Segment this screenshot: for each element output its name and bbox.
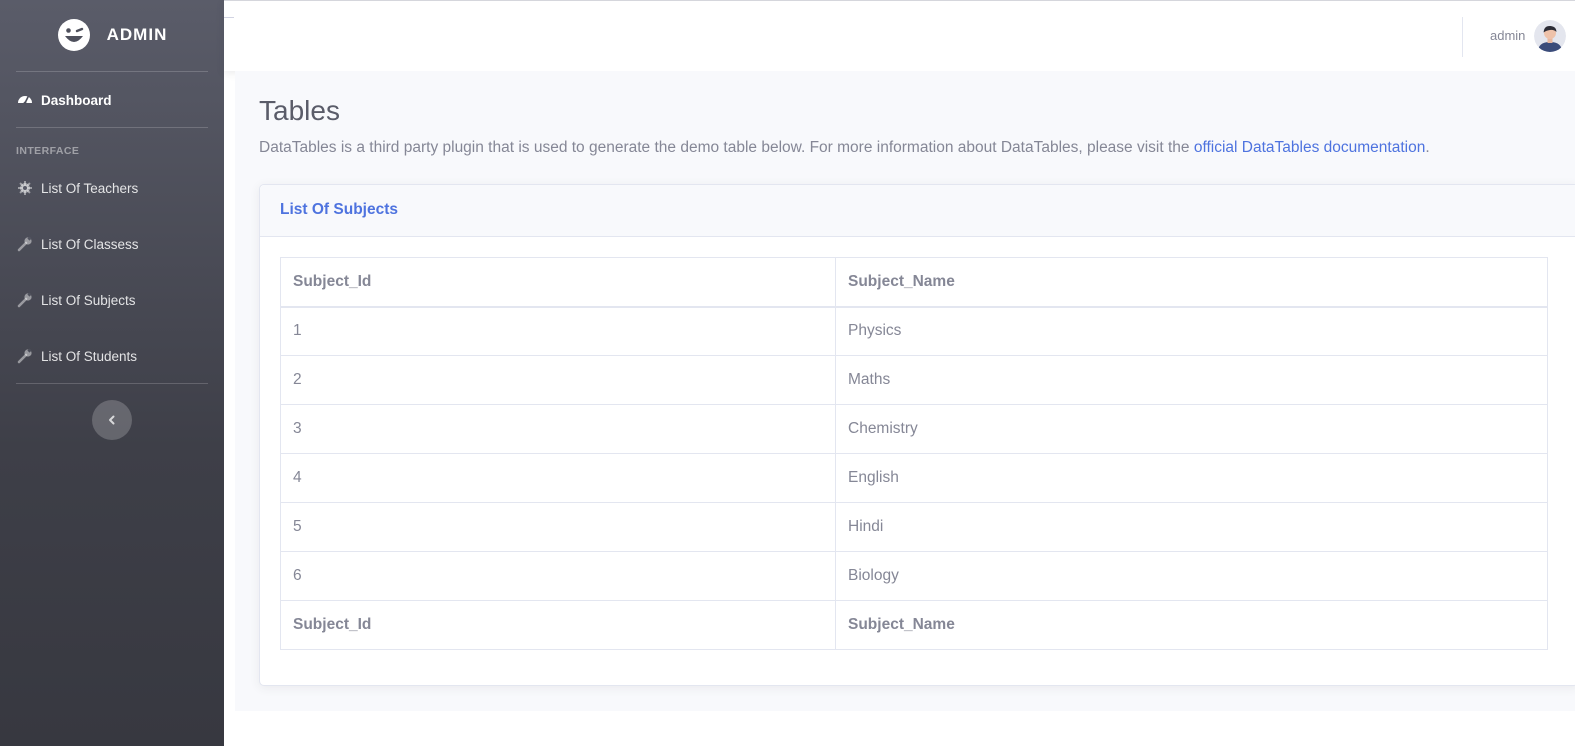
- table-header-row: Subject_Id Subject_Name: [280, 257, 1548, 308]
- sidebar-brand[interactable]: ADMIN: [0, 0, 224, 70]
- sidebar-item-teachers[interactable]: List Of Teachers: [0, 168, 224, 208]
- subject-name-cell: Physics: [835, 306, 1548, 356]
- avatar[interactable]: [1534, 20, 1566, 52]
- sidebar: ADMIN Dashboard INTERFACE List Of Teache…: [0, 0, 224, 746]
- user-avatar-icon: [1534, 20, 1566, 52]
- user-name[interactable]: admin: [1490, 28, 1525, 43]
- subject-id-cell: 6: [280, 551, 836, 601]
- card-header: List Of Subjects: [260, 185, 1575, 237]
- card-title: List Of Subjects: [280, 201, 398, 218]
- subject-id-cell: 3: [280, 404, 836, 454]
- tachometer-icon: [18, 96, 32, 105]
- laugh-wink-icon: [57, 19, 90, 51]
- column-header-subject-id[interactable]: Subject_Id: [280, 257, 836, 308]
- table-row: 4 English: [280, 453, 1548, 503]
- wrench-icon: [17, 292, 32, 308]
- page-description-end: .: [1425, 139, 1430, 156]
- sidebar-divider: [16, 127, 208, 128]
- subject-name-cell: Biology: [835, 551, 1548, 601]
- subject-name-cell: Hindi: [835, 502, 1548, 552]
- subject-name-cell: English: [835, 453, 1548, 503]
- sidebar-divider: [16, 71, 208, 72]
- sidebar-item-label: List Of Subjects: [41, 292, 136, 308]
- wrench-icon: [17, 348, 32, 364]
- sidebar-item-label: List Of Students: [41, 348, 138, 364]
- sidebar-item-label: Dashboard: [41, 92, 112, 108]
- subject-name-cell: Maths: [835, 355, 1548, 405]
- subject-id-cell: 1: [280, 306, 836, 356]
- topbar-tick: [224, 17, 234, 18]
- table-row: 5 Hindi: [280, 502, 1548, 552]
- subject-id-cell: 5: [280, 502, 836, 552]
- gear-icon: [18, 181, 32, 195]
- page-title: Tables: [259, 95, 340, 126]
- chevron-left-icon: [109, 415, 115, 425]
- column-footer-subject-name: Subject_Name: [835, 600, 1548, 650]
- page-description-text: DataTables is a third party plugin that …: [259, 139, 1190, 156]
- sidebar-heading: INTERFACE: [16, 145, 80, 157]
- wrench-icon: [17, 236, 32, 252]
- table-row: 2 Maths: [280, 355, 1548, 405]
- table-footer-row: Subject_Id Subject_Name: [280, 600, 1548, 650]
- sidebar-item-label: List Of Teachers: [41, 180, 139, 196]
- sidebar-item-classes[interactable]: List Of Classess: [0, 224, 224, 264]
- page-description: DataTables is a third party plugin that …: [259, 139, 1430, 157]
- subject-name-cell: Chemistry: [835, 404, 1548, 454]
- topbar: admin: [224, 0, 1575, 71]
- sidebar-toggle-button[interactable]: [92, 400, 132, 440]
- sidebar-item-students[interactable]: List Of Students: [0, 336, 224, 376]
- sidebar-divider: [16, 383, 208, 384]
- topbar-divider: [1462, 17, 1463, 57]
- subject-id-cell: 2: [280, 355, 836, 405]
- subjects-table: Subject_Id Subject_Name 1 Physics 2 Math…: [280, 257, 1548, 650]
- sidebar-item-dashboard[interactable]: Dashboard: [0, 80, 224, 120]
- column-footer-subject-id: Subject_Id: [280, 600, 836, 650]
- datatables-docs-link[interactable]: official DataTables documentation: [1194, 139, 1426, 156]
- subjects-card: List Of Subjects Subject_Id Subject_Name…: [259, 184, 1575, 686]
- brand-name: ADMIN: [106, 25, 168, 44]
- sidebar-item-label: List Of Classess: [41, 236, 139, 252]
- subject-id-cell: 4: [280, 453, 836, 503]
- column-header-subject-name[interactable]: Subject_Name: [835, 257, 1548, 308]
- main-content: Tables DataTables is a third party plugi…: [235, 71, 1575, 711]
- table-row: 1 Physics: [280, 306, 1548, 356]
- table-row: 6 Biology: [280, 551, 1548, 601]
- sidebar-item-subjects[interactable]: List Of Subjects: [0, 280, 224, 320]
- table-row: 3 Chemistry: [280, 404, 1548, 454]
